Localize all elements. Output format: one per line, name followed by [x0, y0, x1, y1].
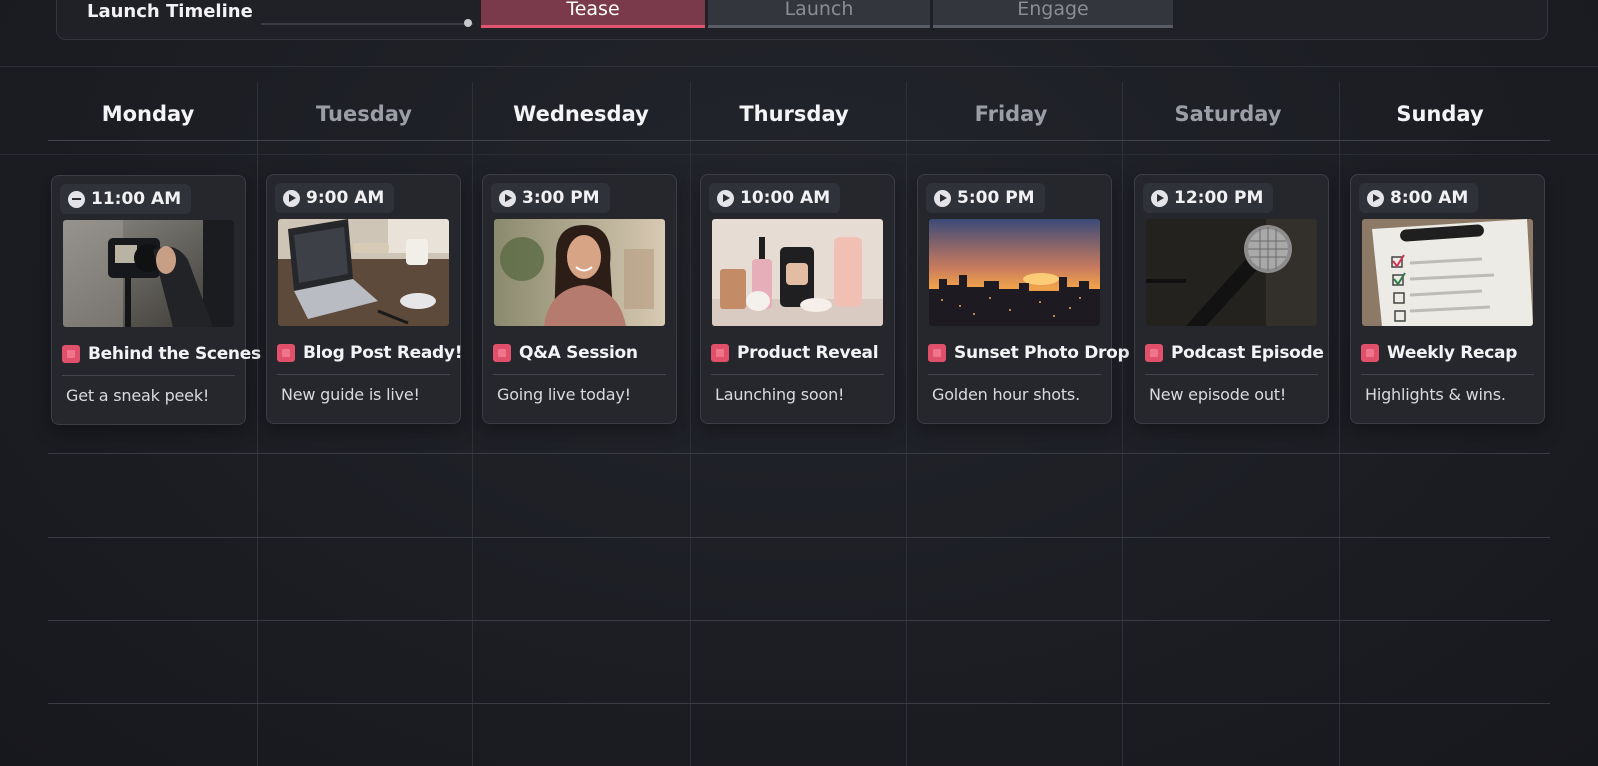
- post-title-text: Q&A Session: [519, 343, 638, 363]
- card-divider: [711, 374, 884, 375]
- card-divider: [1145, 374, 1318, 375]
- post-tag-icon: [277, 344, 295, 362]
- post-time-pill: 8:00 AM: [1359, 183, 1479, 213]
- timeline-title: Launch Timeline: [87, 1, 253, 22]
- post-tag-icon: [493, 344, 511, 362]
- column-divider: [257, 82, 258, 766]
- post-time: 5:00 PM: [957, 188, 1035, 208]
- day-header-tuesday: Tuesday: [316, 102, 412, 126]
- grid-row-line: [48, 537, 1550, 538]
- card-divider: [277, 374, 450, 375]
- post-title: Blog Post Ready!: [277, 341, 462, 365]
- phase-tab-launch[interactable]: Launch: [708, 0, 930, 28]
- post-tag-icon: [1145, 344, 1163, 362]
- phase-tab-engage[interactable]: Engage: [933, 0, 1173, 28]
- card-divider: [1361, 374, 1534, 375]
- day-header-thursday: Thursday: [739, 102, 849, 126]
- microphone-photo: [1146, 219, 1317, 326]
- play-circle-icon: [1151, 189, 1168, 207]
- post-time-pill: 11:00 AM: [60, 184, 192, 214]
- camera-behind-scenes-photo: [63, 220, 234, 327]
- post-card-sunday[interactable]: 8:00 AM Weekly Recap Highlights & wins.: [1350, 174, 1545, 424]
- day-header-friday: Friday: [974, 102, 1048, 126]
- post-time: 12:00 PM: [1174, 188, 1264, 208]
- post-title-text: Podcast Episode: [1171, 343, 1324, 363]
- post-time-pill: 10:00 AM: [709, 183, 841, 213]
- day-header-monday: Monday: [101, 102, 195, 126]
- play-circle-icon: [283, 189, 300, 207]
- skincare-products-photo: [712, 219, 883, 326]
- post-card-tuesday[interactable]: 9:00 AM Blog Post Ready! New guide is li…: [266, 174, 462, 424]
- day-header-sunday: Sunday: [1396, 102, 1484, 126]
- post-tag-icon: [1361, 344, 1379, 362]
- post-caption: Get a sneak peek!: [66, 386, 210, 405]
- post-time: 11:00 AM: [91, 189, 182, 209]
- column-divider: [1339, 82, 1340, 766]
- post-tag-icon: [62, 345, 80, 363]
- timeline-progress-track: [261, 23, 473, 25]
- post-card-friday[interactable]: 5:00 PM Sunset Photo Drop Golden hour sh…: [917, 174, 1130, 424]
- play-circle-icon: [934, 189, 951, 207]
- post-tag-icon: [928, 344, 946, 362]
- grid-row-line: [48, 703, 1550, 704]
- launch-timeline-bar: Launch Timeline Tease Launch Engage: [56, 0, 1548, 40]
- post-time: 10:00 AM: [740, 188, 831, 208]
- grid-row-line: [48, 453, 1550, 454]
- post-caption: New episode out!: [1149, 385, 1287, 404]
- post-title-text: Behind the Scenes: [88, 344, 261, 364]
- post-card-monday[interactable]: 11:00 AM Behind the Scenes Get a sneak p…: [51, 175, 261, 425]
- grid-row-line: [48, 620, 1550, 621]
- card-divider: [62, 375, 235, 376]
- smiling-woman-photo: [494, 219, 665, 326]
- city-sunset-photo: [929, 219, 1100, 326]
- post-title: Weekly Recap: [1361, 341, 1538, 365]
- header-divider: [0, 66, 1598, 67]
- post-card-saturday[interactable]: 12:00 PM Podcast Episode New episode out…: [1134, 174, 1329, 424]
- checklist-paper-photo: [1362, 219, 1533, 326]
- post-title: Q&A Session: [493, 341, 670, 365]
- play-circle-icon: [717, 189, 734, 207]
- post-time: 3:00 PM: [522, 188, 600, 208]
- post-time-pill: 5:00 PM: [926, 183, 1045, 213]
- play-circle-icon: [1367, 189, 1384, 207]
- timeline-progress-handle[interactable]: [464, 19, 472, 27]
- post-tag-icon: [711, 344, 729, 362]
- play-circle-icon: [499, 189, 516, 207]
- post-title: Behind the Scenes: [62, 342, 261, 366]
- minus-circle-icon: [68, 190, 85, 208]
- column-divider: [1122, 82, 1123, 766]
- grid-top-border: [0, 154, 1598, 155]
- post-caption: New guide is live!: [281, 385, 420, 404]
- post-card-thursday[interactable]: 10:00 AM Product Reveal Launching soon!: [700, 174, 895, 424]
- post-title-text: Weekly Recap: [1387, 343, 1518, 363]
- post-time-pill: 9:00 AM: [275, 183, 395, 213]
- post-caption: Launching soon!: [715, 385, 845, 404]
- column-divider: [690, 82, 691, 766]
- post-title: Sunset Photo Drop: [928, 341, 1130, 365]
- post-caption: Highlights & wins.: [1365, 385, 1506, 404]
- post-caption: Going live today!: [497, 385, 631, 404]
- phase-tab-tease[interactable]: Tease: [481, 0, 705, 28]
- post-title-text: Product Reveal: [737, 343, 879, 363]
- laptop-desk-photo: [278, 219, 449, 326]
- post-title-text: Blog Post Ready!: [303, 343, 463, 363]
- day-header-saturday: Saturday: [1174, 102, 1282, 126]
- card-divider: [493, 374, 666, 375]
- post-time: 9:00 AM: [306, 188, 385, 208]
- day-header-wednesday: Wednesday: [513, 102, 649, 126]
- post-caption: Golden hour shots.: [932, 385, 1080, 404]
- post-card-wednesday[interactable]: 3:00 PM Q&A Session Going live today!: [482, 174, 677, 424]
- post-title: Podcast Episode: [1145, 341, 1324, 365]
- post-time-pill: 12:00 PM: [1143, 183, 1274, 213]
- day-header-underline: [48, 140, 1550, 141]
- post-time: 8:00 AM: [1390, 188, 1469, 208]
- post-time-pill: 3:00 PM: [491, 183, 610, 213]
- column-divider: [472, 82, 473, 766]
- post-title-text: Sunset Photo Drop: [954, 343, 1130, 363]
- post-title: Product Reveal: [711, 341, 888, 365]
- card-divider: [928, 374, 1101, 375]
- column-divider: [906, 82, 907, 766]
